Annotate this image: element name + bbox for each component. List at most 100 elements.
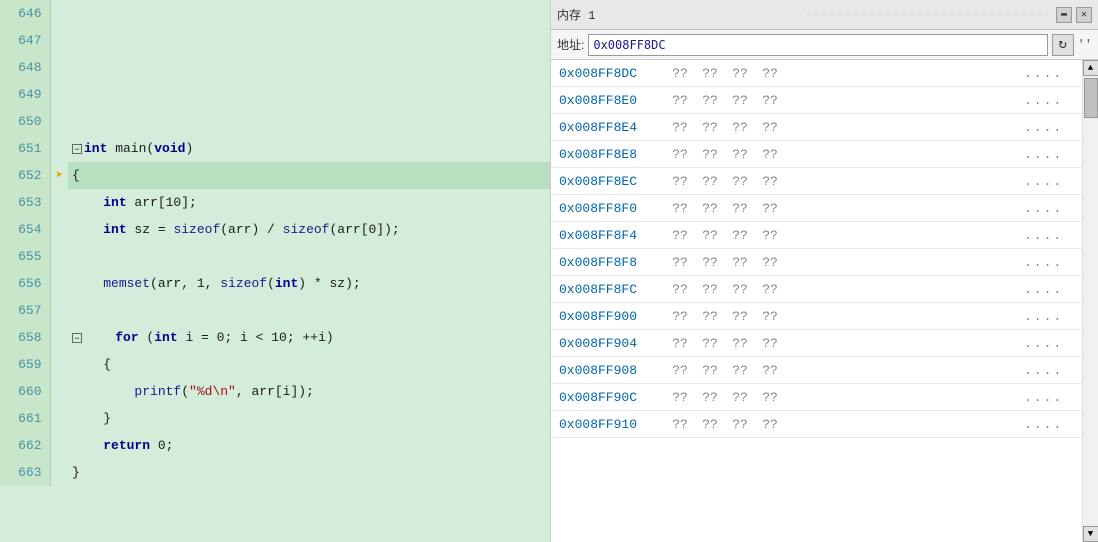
- memory-panel: 内存 1 ▬ ✕ 地址: ↻ '' 0x008FF8DC????????....…: [550, 0, 1098, 542]
- memory-byte: ??: [669, 120, 691, 135]
- memory-byte: ??: [759, 174, 781, 189]
- memory-byte: ??: [729, 336, 751, 351]
- line-arrow: [50, 324, 68, 351]
- memory-byte: ??: [669, 309, 691, 324]
- memory-byte: ??: [699, 417, 721, 432]
- scrollbar-down[interactable]: ▼: [1083, 526, 1098, 542]
- memory-row: 0x008FF8EC????????....: [551, 168, 1082, 195]
- memory-chars: ....: [1024, 417, 1074, 432]
- memory-byte: ??: [699, 93, 721, 108]
- line-arrow: [50, 432, 68, 459]
- line-number: 653: [0, 189, 50, 216]
- line-content: memset(arr, 1, sizeof(int) * sz);: [68, 270, 560, 297]
- memory-content[interactable]: 0x008FF8DC????????....0x008FF8E0????????…: [551, 60, 1082, 542]
- line-arrow: [50, 297, 68, 324]
- line-arrow: [50, 216, 68, 243]
- memory-row: 0x008FF8E8????????....: [551, 141, 1082, 168]
- memory-chars: ....: [1024, 174, 1074, 189]
- minimize-button[interactable]: ▬: [1056, 7, 1072, 23]
- line-number: 661: [0, 405, 50, 432]
- memory-address: 0x008FF8E4: [559, 120, 669, 135]
- collapse-button[interactable]: −: [72, 333, 82, 343]
- line-content: printf("%d\n", arr[i]);: [68, 378, 560, 405]
- memory-byte: ??: [759, 336, 781, 351]
- memory-byte: ??: [699, 255, 721, 270]
- memory-byte: ??: [729, 174, 751, 189]
- memory-chars: ....: [1024, 93, 1074, 108]
- memory-byte: ??: [759, 201, 781, 216]
- code-table: 646647648649650651−int main(void)652➤{65…: [0, 0, 560, 486]
- memory-byte: ??: [729, 228, 751, 243]
- memory-bytes: ????????: [669, 417, 1024, 432]
- memory-byte: ??: [699, 390, 721, 405]
- code-line: 655: [0, 243, 560, 270]
- line-number: 650: [0, 108, 50, 135]
- line-number: 660: [0, 378, 50, 405]
- line-arrow: [50, 351, 68, 378]
- line-content: [68, 108, 560, 135]
- line-number: 649: [0, 81, 50, 108]
- code-line: 663}: [0, 459, 560, 486]
- line-content: }: [68, 405, 560, 432]
- memory-byte: ??: [699, 120, 721, 135]
- line-content: int arr[10];: [68, 189, 560, 216]
- code-line: 657: [0, 297, 560, 324]
- memory-byte: ??: [669, 174, 691, 189]
- memory-byte: ??: [759, 390, 781, 405]
- line-content: }: [68, 459, 560, 486]
- memory-row: 0x008FF8E4????????....: [551, 114, 1082, 141]
- options-button[interactable]: '': [1078, 38, 1092, 52]
- line-number: 652: [0, 162, 50, 189]
- memory-byte: ??: [729, 363, 751, 378]
- memory-chars: ....: [1024, 282, 1074, 297]
- line-content: [68, 54, 560, 81]
- memory-byte: ??: [669, 255, 691, 270]
- memory-row: 0x008FF8F0????????....: [551, 195, 1082, 222]
- line-arrow: ➤: [50, 162, 68, 189]
- memory-chars: ....: [1024, 336, 1074, 351]
- memory-chars: ....: [1024, 309, 1074, 324]
- memory-byte: ??: [699, 201, 721, 216]
- line-arrow: [50, 81, 68, 108]
- collapse-button[interactable]: −: [72, 144, 82, 154]
- line-content: −int main(void): [68, 135, 560, 162]
- memory-byte: ??: [759, 363, 781, 378]
- refresh-button[interactable]: ↻: [1052, 34, 1074, 56]
- memory-bytes: ????????: [669, 390, 1024, 405]
- memory-row: 0x008FF8F4????????....: [551, 222, 1082, 249]
- memory-byte: ??: [759, 66, 781, 81]
- memory-row: 0x008FF908????????....: [551, 357, 1082, 384]
- memory-bytes: ????????: [669, 66, 1024, 81]
- scrollbar-up[interactable]: ▲: [1083, 60, 1098, 76]
- memory-byte: ??: [669, 336, 691, 351]
- memory-byte: ??: [729, 417, 751, 432]
- memory-row: 0x008FF900????????....: [551, 303, 1082, 330]
- memory-byte: ??: [699, 174, 721, 189]
- memory-byte: ??: [729, 93, 751, 108]
- line-arrow: [50, 189, 68, 216]
- line-arrow: [50, 270, 68, 297]
- memory-byte: ??: [699, 66, 721, 81]
- code-line: 654 int sz = sizeof(arr) / sizeof(arr[0]…: [0, 216, 560, 243]
- memory-bytes: ????????: [669, 147, 1024, 162]
- memory-chars: ....: [1024, 363, 1074, 378]
- scrollbar[interactable]: ▲ ▼: [1082, 60, 1098, 542]
- memory-bytes: ????????: [669, 120, 1024, 135]
- addr-input[interactable]: [588, 34, 1047, 56]
- memory-address: 0x008FF904: [559, 336, 669, 351]
- memory-address: 0x008FF908: [559, 363, 669, 378]
- line-content: [68, 243, 560, 270]
- scrollbar-thumb[interactable]: [1084, 78, 1098, 118]
- memory-byte: ??: [729, 120, 751, 135]
- title-separator: [807, 14, 1049, 15]
- memory-byte: ??: [669, 147, 691, 162]
- memory-bytes: ????????: [669, 255, 1024, 270]
- memory-byte: ??: [699, 147, 721, 162]
- line-number: 651: [0, 135, 50, 162]
- close-button[interactable]: ✕: [1076, 7, 1092, 23]
- memory-address: 0x008FF90C: [559, 390, 669, 405]
- memory-byte: ??: [759, 417, 781, 432]
- line-content: − for (int i = 0; i < 10; ++i): [68, 324, 560, 351]
- line-number: 647: [0, 27, 50, 54]
- memory-row: 0x008FF8E0????????....: [551, 87, 1082, 114]
